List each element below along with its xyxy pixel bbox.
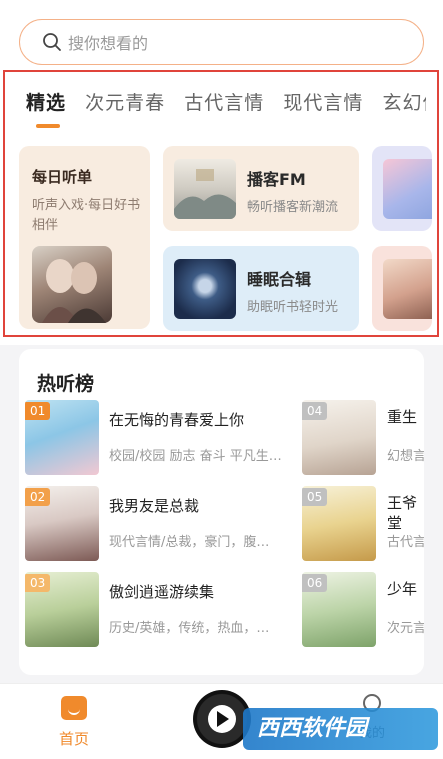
book-tags: 校园/校园 励志 奋斗 平凡生… bbox=[109, 449, 282, 464]
sleep-collection-card[interactable]: 睡眠合辑 助眠听书轻时光 bbox=[163, 246, 359, 331]
daily-list-title: 每日听单 bbox=[32, 168, 93, 186]
book-title: 重生 bbox=[387, 408, 418, 426]
search-bar[interactable]: 搜你想看的 bbox=[19, 19, 424, 65]
sleep-collection-title: 睡眠合辑 bbox=[247, 270, 312, 289]
book-tags: 次元言 bbox=[387, 621, 424, 636]
book-cover: 05 bbox=[302, 486, 376, 561]
tab-ancient-romance[interactable]: 古代言情 bbox=[184, 88, 264, 115]
book-cover: 01 bbox=[25, 400, 99, 475]
tab-youth[interactable]: 次元青春 bbox=[85, 88, 165, 115]
book-title: 在无悔的青春爱上你 bbox=[109, 411, 245, 429]
hot-ranking-panel: 热听榜 01 在无悔的青春爱上你 校园/校园 励志 奋斗 平凡生… 02 我男友… bbox=[19, 349, 424, 675]
book-tags: 历史/英雄，传统，热血，… bbox=[109, 621, 270, 636]
rank-badge: 01 bbox=[25, 402, 51, 420]
partial-card-top[interactable] bbox=[372, 146, 432, 231]
book-cover: 03 bbox=[25, 572, 99, 647]
book-title: 傲剑逍遥游续集 bbox=[109, 583, 215, 601]
book-title: 我男友是总裁 bbox=[109, 497, 200, 515]
home-icon bbox=[61, 696, 87, 720]
ranking-item-2[interactable]: 02 我男友是总裁 现代言情/总裁，豪门，腹… bbox=[25, 486, 305, 561]
book-tags: 现代言情/总裁，豪门，腹… bbox=[109, 535, 270, 550]
partial-card-thumbnail bbox=[383, 159, 432, 219]
podcast-fm-card[interactable]: 播客FM 畅听播客新潮流 bbox=[163, 146, 359, 231]
sleep-collection-subtitle: 助眠听书轻时光 bbox=[247, 300, 339, 315]
play-icon bbox=[217, 711, 229, 727]
search-icon bbox=[42, 32, 62, 52]
book-tags: 幻想言 bbox=[387, 449, 424, 464]
nav-home-label: 首页 bbox=[58, 730, 89, 748]
book-cover: 02 bbox=[25, 486, 99, 561]
book-title: 少年 bbox=[387, 580, 418, 598]
tab-featured[interactable]: 精选 bbox=[26, 88, 66, 128]
watermark-logo: 西西软件园 bbox=[243, 708, 438, 750]
ranking-item-4[interactable]: 04 重生 幻想言 bbox=[302, 400, 424, 475]
tab-modern-romance[interactable]: 现代言情 bbox=[283, 88, 363, 115]
ranking-item-5[interactable]: 05 王爷堂 古代言 bbox=[302, 486, 424, 561]
daily-list-cover-image bbox=[32, 246, 112, 323]
hot-ranking-title: 热听榜 bbox=[37, 373, 95, 395]
ranking-item-6[interactable]: 06 少年 次元言 bbox=[302, 572, 424, 647]
rank-badge: 05 bbox=[302, 488, 328, 506]
rank-badge: 04 bbox=[302, 402, 328, 420]
book-tags: 古代言 bbox=[387, 535, 424, 550]
ranking-item-3[interactable]: 03 傲剑逍遥游续集 历史/英雄，传统，热血，… bbox=[25, 572, 305, 647]
daily-list-subtitle: 听声入戏·每日好书相伴 bbox=[32, 198, 141, 233]
podcast-fm-title: 播客FM bbox=[247, 170, 306, 189]
tab-fantasy[interactable]: 玄幻仙侠 bbox=[382, 88, 426, 115]
podcast-fm-thumbnail bbox=[174, 159, 236, 219]
book-cover: 06 bbox=[302, 572, 376, 647]
book-title: 王爷堂 bbox=[387, 494, 418, 532]
partial-card-bottom[interactable] bbox=[372, 246, 432, 331]
partial-card-thumbnail bbox=[383, 259, 432, 319]
rank-badge: 06 bbox=[302, 574, 328, 592]
featured-cards: 每日听单 听声入戏·每日好书相伴 播客FM 畅听播客新潮流 睡眠合辑 助眠听书轻… bbox=[0, 140, 443, 336]
category-tabs: 精选 次元青春 古代言情 现代言情 玄幻仙侠 bbox=[26, 88, 426, 132]
nav-home[interactable]: 首页 bbox=[50, 692, 98, 749]
podcast-fm-subtitle: 畅听播客新潮流 bbox=[247, 200, 339, 215]
book-cover: 04 bbox=[302, 400, 376, 475]
daily-list-card[interactable]: 每日听单 听声入戏·每日好书相伴 bbox=[19, 146, 150, 329]
ranking-item-1[interactable]: 01 在无悔的青春爱上你 校园/校园 励志 奋斗 平凡生… bbox=[25, 400, 305, 475]
sleep-collection-thumbnail bbox=[174, 259, 236, 319]
rank-badge: 02 bbox=[25, 488, 51, 506]
search-placeholder: 搜你想看的 bbox=[68, 34, 149, 53]
rank-badge: 03 bbox=[25, 574, 51, 592]
